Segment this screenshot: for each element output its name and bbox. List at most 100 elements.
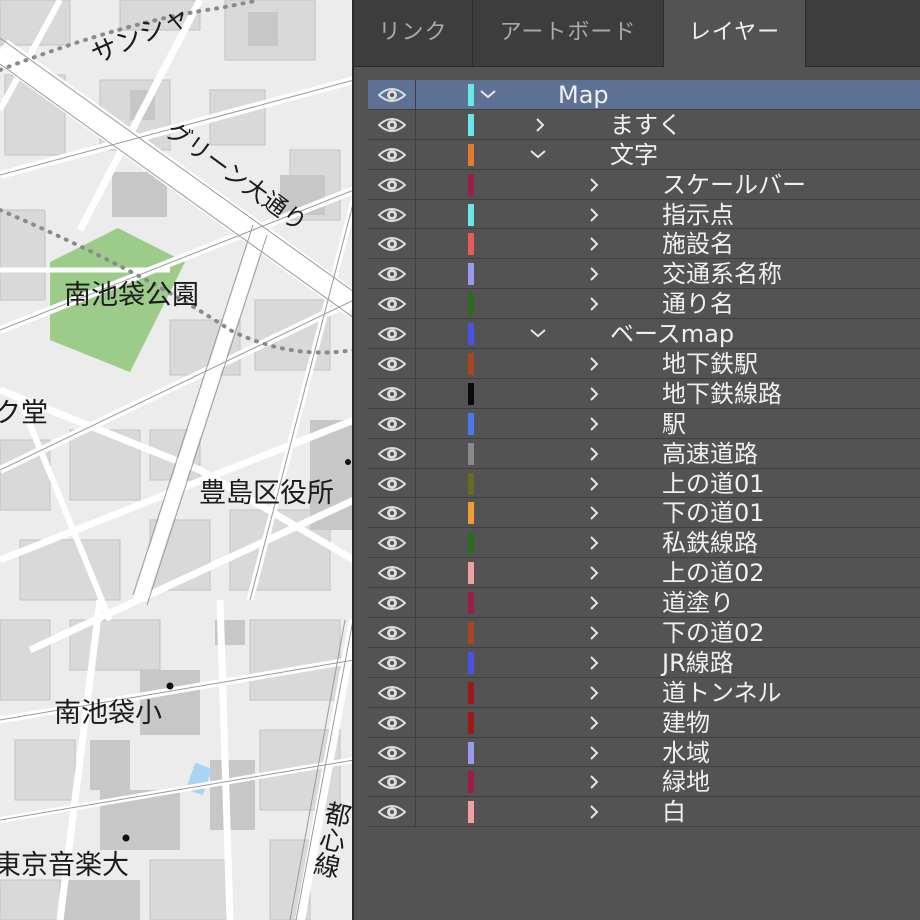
chevron-right-icon[interactable] [588, 588, 600, 617]
chevron-right-icon[interactable] [588, 648, 600, 677]
layer-row[interactable]: 上の道02 [368, 558, 920, 589]
chevron-right-icon[interactable] [588, 289, 600, 318]
chevron-right-icon[interactable] [588, 439, 600, 468]
eye-icon[interactable] [377, 684, 407, 702]
eye-icon[interactable] [377, 235, 407, 253]
chevron-right-icon[interactable] [588, 618, 600, 647]
lock-column[interactable] [415, 797, 416, 827]
layer-row[interactable]: 下の道01 [368, 498, 920, 529]
tab-layers[interactable]: レイヤー [664, 0, 806, 67]
chevron-right-icon[interactable] [588, 797, 600, 826]
eye-icon[interactable] [377, 206, 407, 224]
layer-row[interactable]: 道トンネル [368, 677, 920, 708]
lock-column[interactable] [415, 319, 416, 349]
lock-column[interactable] [415, 349, 416, 378]
layer-row[interactable]: 緑地 [368, 767, 920, 798]
layer-row[interactable]: 交通系名称 [368, 259, 920, 290]
chevron-right-icon[interactable] [588, 200, 600, 229]
layer-row[interactable]: 高速道路 [368, 438, 920, 469]
chevron-right-icon[interactable] [588, 528, 600, 557]
lock-column[interactable] [415, 199, 416, 229]
eye-icon[interactable] [377, 415, 407, 433]
eye-icon[interactable] [377, 534, 407, 552]
eye-icon[interactable] [377, 624, 407, 642]
layer-row[interactable]: 道塗り [368, 588, 920, 619]
lock-column[interactable] [415, 558, 416, 588]
layer-row[interactable]: Map [368, 80, 920, 110]
eye-icon[interactable] [377, 146, 407, 164]
lock-column[interactable] [415, 80, 416, 109]
chevron-right-icon[interactable] [534, 110, 546, 139]
eye-icon[interactable] [377, 385, 407, 403]
eye-icon[interactable] [377, 445, 407, 463]
lock-column[interactable] [415, 528, 416, 558]
eye-icon[interactable] [377, 325, 407, 343]
eye-icon[interactable] [377, 803, 407, 821]
layer-row[interactable]: 通り名 [368, 289, 920, 320]
layer-row[interactable]: 下の道02 [368, 618, 920, 648]
lock-column[interactable] [415, 229, 416, 259]
chevron-right-icon[interactable] [588, 379, 600, 408]
lock-column[interactable] [415, 737, 416, 767]
chevron-right-icon[interactable] [588, 678, 600, 707]
lock-column[interactable] [415, 588, 416, 618]
lock-column[interactable] [415, 767, 416, 797]
eye-icon[interactable] [377, 504, 407, 522]
layer-row[interactable]: 地下鉄線路 [368, 378, 920, 409]
lock-column[interactable] [415, 259, 416, 289]
lock-column[interactable] [415, 169, 416, 199]
chevron-down-icon[interactable] [530, 140, 546, 169]
chevron-right-icon[interactable] [588, 738, 600, 767]
lock-column[interactable] [415, 139, 416, 169]
map-canvas[interactable]: サンシャ グリーン大通り 南池袋公園 ク堂 豊島区役所 南池袋小 東京音楽大 都… [0, 0, 354, 920]
layer-row[interactable]: JR線路 [368, 647, 920, 678]
layer-row[interactable]: 駅 [368, 408, 920, 439]
eye-icon[interactable] [377, 86, 407, 104]
layer-row[interactable]: 上の道01 [368, 468, 920, 499]
lock-column[interactable] [415, 677, 416, 707]
chevron-right-icon[interactable] [588, 229, 600, 258]
lock-column[interactable] [415, 707, 416, 737]
lock-column[interactable] [415, 468, 416, 498]
eye-icon[interactable] [377, 116, 407, 134]
eye-icon[interactable] [377, 475, 407, 493]
chevron-down-icon[interactable] [480, 80, 496, 109]
eye-icon[interactable] [377, 714, 407, 732]
lock-column[interactable] [415, 289, 416, 319]
layer-row[interactable]: スケールバー [368, 169, 920, 200]
layer-row[interactable]: 私鉄線路 [368, 528, 920, 559]
eye-icon[interactable] [377, 594, 407, 612]
eye-icon[interactable] [377, 773, 407, 791]
lock-column[interactable] [415, 109, 416, 139]
lock-column[interactable] [415, 618, 416, 647]
layer-row[interactable]: 水域 [368, 737, 920, 768]
layer-row[interactable]: 建物 [368, 707, 920, 738]
layer-row[interactable]: 地下鉄駅 [368, 349, 920, 379]
eye-icon[interactable] [377, 654, 407, 672]
chevron-right-icon[interactable] [588, 409, 600, 438]
chevron-down-icon[interactable] [530, 319, 546, 348]
lock-column[interactable] [415, 408, 416, 438]
eye-icon[interactable] [377, 295, 407, 313]
chevron-right-icon[interactable] [588, 170, 600, 199]
layer-row[interactable]: 指示点 [368, 199, 920, 230]
eye-icon[interactable] [377, 176, 407, 194]
chevron-right-icon[interactable] [588, 469, 600, 498]
layer-row[interactable]: 施設名 [368, 229, 920, 260]
eye-icon[interactable] [377, 355, 407, 373]
chevron-right-icon[interactable] [588, 767, 600, 796]
chevron-right-icon[interactable] [588, 349, 600, 378]
chevron-right-icon[interactable] [588, 558, 600, 587]
eye-icon[interactable] [377, 744, 407, 762]
tab-artboards[interactable]: アートボード [473, 0, 664, 66]
lock-column[interactable] [415, 647, 416, 677]
layer-row[interactable]: 白 [368, 797, 920, 828]
chevron-right-icon[interactable] [588, 259, 600, 288]
eye-icon[interactable] [377, 564, 407, 582]
chevron-right-icon[interactable] [588, 708, 600, 737]
lock-column[interactable] [415, 498, 416, 528]
chevron-right-icon[interactable] [588, 498, 600, 527]
lock-column[interactable] [415, 378, 416, 408]
tab-links[interactable]: リンク [354, 0, 473, 66]
layer-row[interactable]: ますく [368, 109, 920, 140]
